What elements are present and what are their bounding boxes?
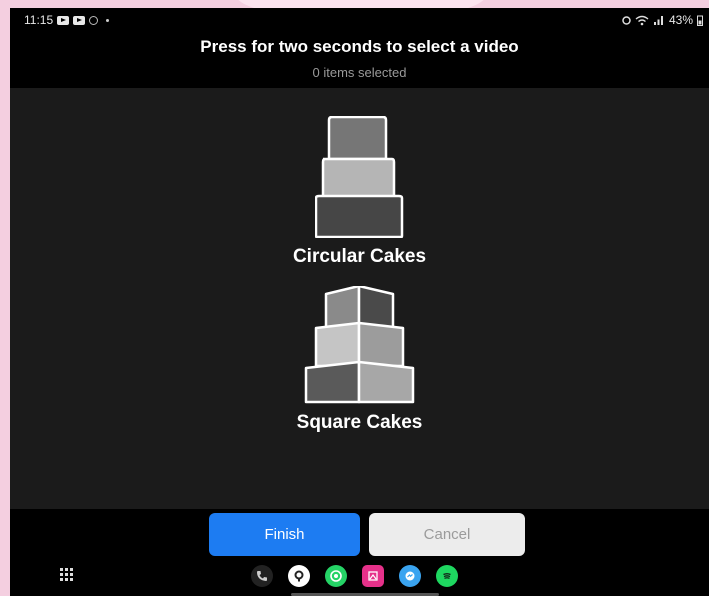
spotify-icon[interactable] — [436, 565, 458, 587]
footer: Finish Cancel — [10, 509, 709, 596]
youtube-icon — [57, 15, 70, 25]
cancel-button[interactable]: Cancel — [369, 513, 525, 556]
category-circular-cakes[interactable]: Circular Cakes — [10, 116, 709, 268]
square-cake-icon — [304, 286, 414, 404]
category-square-cakes[interactable]: Square Cakes — [10, 286, 709, 434]
battery-icon — [697, 15, 703, 26]
page-title: Press for two seconds to select a video — [200, 37, 519, 56]
finish-button[interactable]: Finish — [209, 513, 360, 556]
content-area: Circular Cakes Square Cakes — [10, 88, 709, 509]
status-bar: 11:15 43% — [10, 8, 709, 34]
app-dock — [251, 565, 458, 587]
phone-icon[interactable] — [251, 565, 273, 587]
alarm-icon — [622, 16, 631, 25]
signal-icon — [653, 16, 663, 25]
battery-percent: 43% — [668, 13, 693, 27]
category-label: Circular Cakes — [292, 246, 427, 267]
maps-icon[interactable] — [288, 565, 310, 587]
header: Press for two seconds to select a video … — [10, 34, 709, 88]
messenger-icon[interactable] — [399, 565, 421, 587]
category-label: Square Cakes — [296, 412, 423, 433]
selection-count: 0 items selected — [312, 65, 407, 80]
status-left: 11:15 — [24, 13, 110, 27]
dot-icon — [106, 18, 110, 22]
circular-cake-icon — [314, 116, 403, 238]
apps-grid-icon[interactable] — [60, 568, 73, 581]
youtube-icon — [73, 15, 86, 25]
settings-icon — [89, 15, 99, 25]
status-right: 43% — [622, 13, 703, 27]
wifi-icon — [635, 15, 649, 25]
navigation-bar — [10, 563, 709, 596]
whatsapp-icon[interactable] — [325, 565, 347, 587]
device-screen: 11:15 43% Press for two seconds to selec… — [10, 8, 709, 596]
status-time: 11:15 — [24, 13, 54, 27]
photo-editor-icon[interactable] — [362, 565, 384, 587]
